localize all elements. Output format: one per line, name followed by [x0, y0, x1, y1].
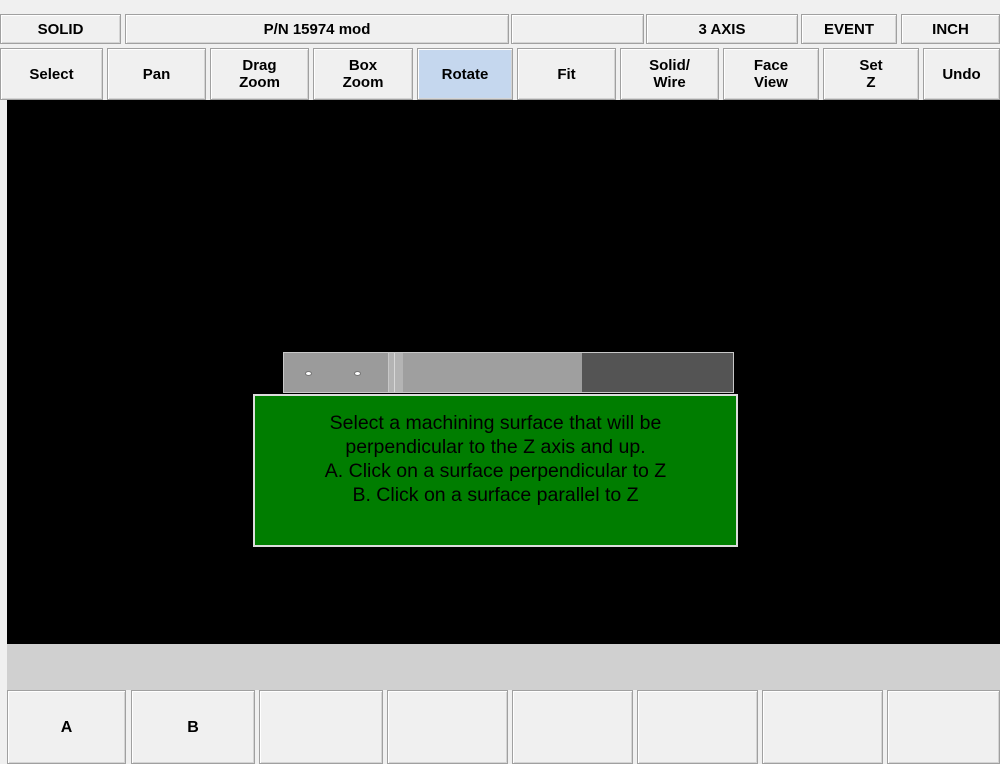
- instruction-message: Select a machining surface that will be …: [253, 394, 738, 547]
- drag-zoom-label: Drag Zoom: [239, 57, 280, 91]
- part-number-field: P/N 15974 mod: [125, 14, 509, 44]
- units-label: INCH: [932, 20, 969, 38]
- function-key-b[interactable]: B: [131, 690, 255, 764]
- instruction-line-3: A. Click on a surface perpendicular to Z: [324, 460, 667, 482]
- select-label: Select: [29, 65, 74, 83]
- face-view-button[interactable]: Face View: [723, 48, 819, 100]
- fit-label: Fit: [557, 65, 576, 83]
- part-hole-2[interactable]: [354, 371, 361, 376]
- event-label: EVENT: [823, 20, 874, 38]
- function-key-3[interactable]: [259, 690, 383, 764]
- event-indicator[interactable]: EVENT: [801, 14, 897, 44]
- blank-header-field: [511, 14, 644, 44]
- solid-wire-button[interactable]: Solid/ Wire: [620, 48, 719, 100]
- instruction-line-2: perpendicular to the Z axis and up.: [345, 436, 646, 458]
- pan-label: Pan: [142, 65, 171, 83]
- function-key-4[interactable]: [387, 690, 508, 764]
- select-button[interactable]: Select: [0, 48, 103, 100]
- set-z-button[interactable]: Set Z: [823, 48, 919, 100]
- part-face-step[interactable]: [389, 352, 403, 393]
- function-key-5[interactable]: [512, 690, 633, 764]
- function-key-a[interactable]: A: [7, 690, 126, 764]
- axis-indicator[interactable]: 3 AXIS: [646, 14, 798, 44]
- part-hole-1[interactable]: [305, 371, 312, 376]
- rotate-label: Rotate: [441, 65, 489, 83]
- set-z-label: Set Z: [859, 57, 883, 91]
- undo-label: Undo: [942, 65, 981, 83]
- box-zoom-button[interactable]: Box Zoom: [313, 48, 413, 100]
- function-key-8[interactable]: [887, 690, 1000, 764]
- fit-button[interactable]: Fit: [517, 48, 616, 100]
- axis-label: 3 AXIS: [698, 20, 746, 38]
- mode-indicator: SOLID: [0, 14, 121, 44]
- face-view-label: Face View: [753, 57, 789, 91]
- function-key-b-label: B: [187, 718, 199, 736]
- function-key-6[interactable]: [637, 690, 758, 764]
- part-face-left[interactable]: [283, 352, 389, 393]
- mode-label: SOLID: [37, 20, 84, 38]
- function-key-7[interactable]: [762, 690, 883, 764]
- part-face-middle[interactable]: [403, 352, 582, 393]
- units-indicator[interactable]: INCH: [901, 14, 1000, 44]
- drag-zoom-button[interactable]: Drag Zoom: [210, 48, 309, 100]
- part-number-label: P/N 15974 mod: [263, 20, 371, 38]
- pan-button[interactable]: Pan: [107, 48, 206, 100]
- undo-button[interactable]: Undo: [923, 48, 1000, 100]
- status-bar: [7, 644, 1000, 690]
- solid-wire-label: Solid/ Wire: [649, 57, 690, 91]
- instruction-line-1: Select a machining surface that will be: [329, 412, 662, 434]
- left-frame-edge: [0, 100, 7, 690]
- instruction-line-4: B. Click on a surface parallel to Z: [352, 484, 639, 506]
- box-zoom-label: Box Zoom: [342, 57, 384, 91]
- part-face-right[interactable]: [582, 352, 734, 393]
- rotate-button[interactable]: Rotate: [417, 48, 513, 100]
- function-key-a-label: A: [60, 718, 73, 736]
